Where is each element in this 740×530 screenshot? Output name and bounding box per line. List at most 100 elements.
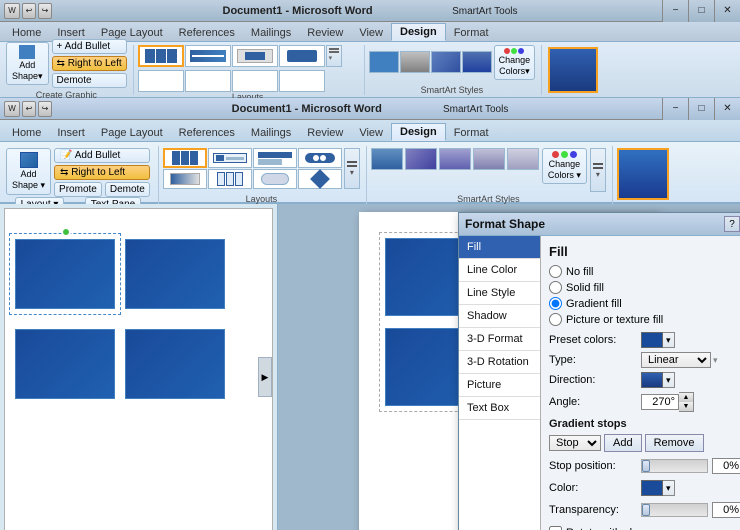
smartart-style-5[interactable]	[507, 148, 539, 170]
nav-fill[interactable]: Fill	[459, 236, 540, 259]
minimize-btn-1[interactable]: −	[662, 0, 688, 22]
close-btn-2[interactable]: ✕	[714, 98, 740, 120]
nav-shadow[interactable]: Shadow	[459, 305, 540, 328]
style-thumb-2[interactable]	[400, 51, 430, 73]
scroll-right-btn[interactable]: ▶	[258, 357, 272, 397]
minimize-btn-2[interactable]: −	[662, 98, 688, 120]
stop-position-input[interactable]	[712, 458, 740, 474]
dialog-help-btn[interactable]: ?	[724, 216, 740, 232]
style-thumb-4[interactable]	[462, 51, 492, 73]
stop-select[interactable]: Stop 1	[549, 435, 601, 451]
add-shape-btn-1[interactable]: Add Shape▾	[6, 42, 49, 85]
layout-thumb-2[interactable]	[185, 45, 231, 67]
maximize-btn-1[interactable]: □	[688, 0, 714, 22]
stop-position-slider[interactable]	[642, 460, 650, 472]
tab-pagelayout[interactable]: Page Layout	[93, 125, 171, 141]
layout-option-5[interactable]	[163, 169, 207, 189]
tab-view-1[interactable]: View	[351, 25, 391, 41]
demote-btn-1[interactable]: Demote	[52, 73, 127, 88]
maximize-btn-2[interactable]: □	[688, 98, 714, 120]
tab-home[interactable]: Home	[4, 125, 49, 141]
direction-swatch	[641, 372, 663, 388]
solid-fill-label: Solid fill	[566, 282, 604, 294]
layout-thumb-4[interactable]	[279, 45, 325, 67]
no-fill-radio[interactable]	[549, 265, 562, 278]
layout-thumb-8[interactable]	[279, 70, 325, 92]
right-to-left-btn[interactable]: ⇆ Right to Left	[54, 165, 150, 180]
style-selected-thumb[interactable]	[548, 47, 598, 93]
transparency-slider[interactable]	[642, 504, 650, 516]
angle-increment-btn[interactable]: ▲	[679, 393, 693, 402]
tab-review[interactable]: Review	[299, 125, 351, 141]
layout-option-1[interactable]	[163, 148, 207, 168]
nav-line-color[interactable]: Line Color	[459, 259, 540, 282]
tab-review-1[interactable]: Review	[299, 25, 351, 41]
color-label: Color:	[549, 482, 637, 494]
tab-design[interactable]: Design	[391, 123, 446, 141]
style-thumb-1[interactable]	[369, 51, 399, 73]
solid-fill-radio[interactable]	[549, 281, 562, 294]
window-title-1: Document1 - Microsoft Word SmartArt Tool…	[223, 5, 518, 17]
picture-fill-label: Picture or texture fill	[566, 314, 663, 326]
layout-thumb-7[interactable]	[232, 70, 278, 92]
smartart-style-4[interactable]	[473, 148, 505, 170]
add-shape-btn[interactable]: Add Shape ▾	[6, 148, 51, 195]
layout-thumb-3[interactable]	[232, 45, 278, 67]
layout-option-4[interactable]	[298, 148, 342, 168]
promote-btn[interactable]: Promote	[54, 182, 102, 197]
type-select[interactable]: Linear	[641, 352, 711, 368]
gradient-fill-radio[interactable]	[549, 297, 562, 310]
layout-option-8[interactable]	[298, 169, 342, 189]
gradient-fill-label: Gradient fill	[566, 298, 622, 310]
preset-color-dropdown[interactable]: ▾	[663, 332, 675, 348]
tab-mailings[interactable]: Mailings	[243, 125, 299, 141]
nav-picture[interactable]: Picture	[459, 374, 540, 397]
layouts-expand-btn[interactable]: ▾	[344, 148, 360, 189]
fill-section-title: Fill	[549, 244, 740, 259]
angle-decrement-btn[interactable]: ▼	[679, 402, 693, 411]
picture-fill-radio[interactable]	[549, 313, 562, 326]
direction-dropdown[interactable]: ▾	[663, 372, 675, 388]
tab-insert[interactable]: Insert	[49, 125, 93, 141]
tab-view[interactable]: View	[351, 125, 391, 141]
smartart-style-2[interactable]	[405, 148, 437, 170]
rotate-checkbox[interactable]	[549, 526, 562, 530]
change-colors-btn[interactable]: Change Colors▾	[494, 45, 536, 80]
remove-stop-btn[interactable]: Remove	[645, 434, 704, 452]
tab-references-1[interactable]: References	[171, 25, 243, 41]
nav-3d-format[interactable]: 3-D Format	[459, 328, 540, 351]
add-bullet-btn[interactable]: 📝 Add Bullet	[54, 148, 150, 163]
change-colors-btn-2[interactable]: Change Colors ▾	[542, 148, 587, 184]
right-to-left-btn-1[interactable]: ⇆ Right to Left	[52, 56, 127, 71]
layout-option-7[interactable]	[253, 169, 297, 189]
tab-format[interactable]: Format	[446, 125, 497, 141]
demote-btn[interactable]: Demote	[105, 182, 150, 197]
layout-thumb-6[interactable]	[185, 70, 231, 92]
add-stop-btn[interactable]: Add	[604, 434, 642, 452]
close-btn-1[interactable]: ✕	[714, 0, 740, 22]
smartart-style-1[interactable]	[371, 148, 403, 170]
nav-line-style[interactable]: Line Style	[459, 282, 540, 305]
tab-format-1[interactable]: Format	[446, 25, 497, 41]
nav-text-box[interactable]: Text Box	[459, 397, 540, 420]
layout-option-2[interactable]	[208, 148, 252, 168]
selected-style-thumb[interactable]	[617, 148, 669, 200]
tab-references[interactable]: References	[171, 125, 243, 141]
tab-mailings-1[interactable]: Mailings	[243, 25, 299, 41]
layout-option-3[interactable]	[253, 148, 297, 168]
tab-design-1[interactable]: Design	[391, 23, 446, 41]
transparency-input[interactable]	[712, 502, 740, 518]
nav-3d-rotation[interactable]: 3-D Rotation	[459, 351, 540, 374]
window-title-2: Document1 - Microsoft Word SmartArt Tool…	[232, 103, 509, 115]
angle-input[interactable]	[641, 394, 679, 410]
layout-thumb-5[interactable]	[138, 70, 184, 92]
format-shape-dialog: Format Shape ? ✕ Fill Line Color Line St…	[458, 212, 740, 530]
layout-thumb-1[interactable]	[138, 45, 184, 67]
add-bullet-btn-1[interactable]: + Add Bullet	[52, 39, 127, 54]
layout-option-6[interactable]	[208, 169, 252, 189]
direction-label: Direction:	[549, 374, 637, 386]
color-dropdown[interactable]: ▾	[663, 480, 675, 496]
smartart-style-3[interactable]	[439, 148, 471, 170]
layout-expand-btn[interactable]: ▾	[326, 45, 342, 67]
style-thumb-3[interactable]	[431, 51, 461, 73]
